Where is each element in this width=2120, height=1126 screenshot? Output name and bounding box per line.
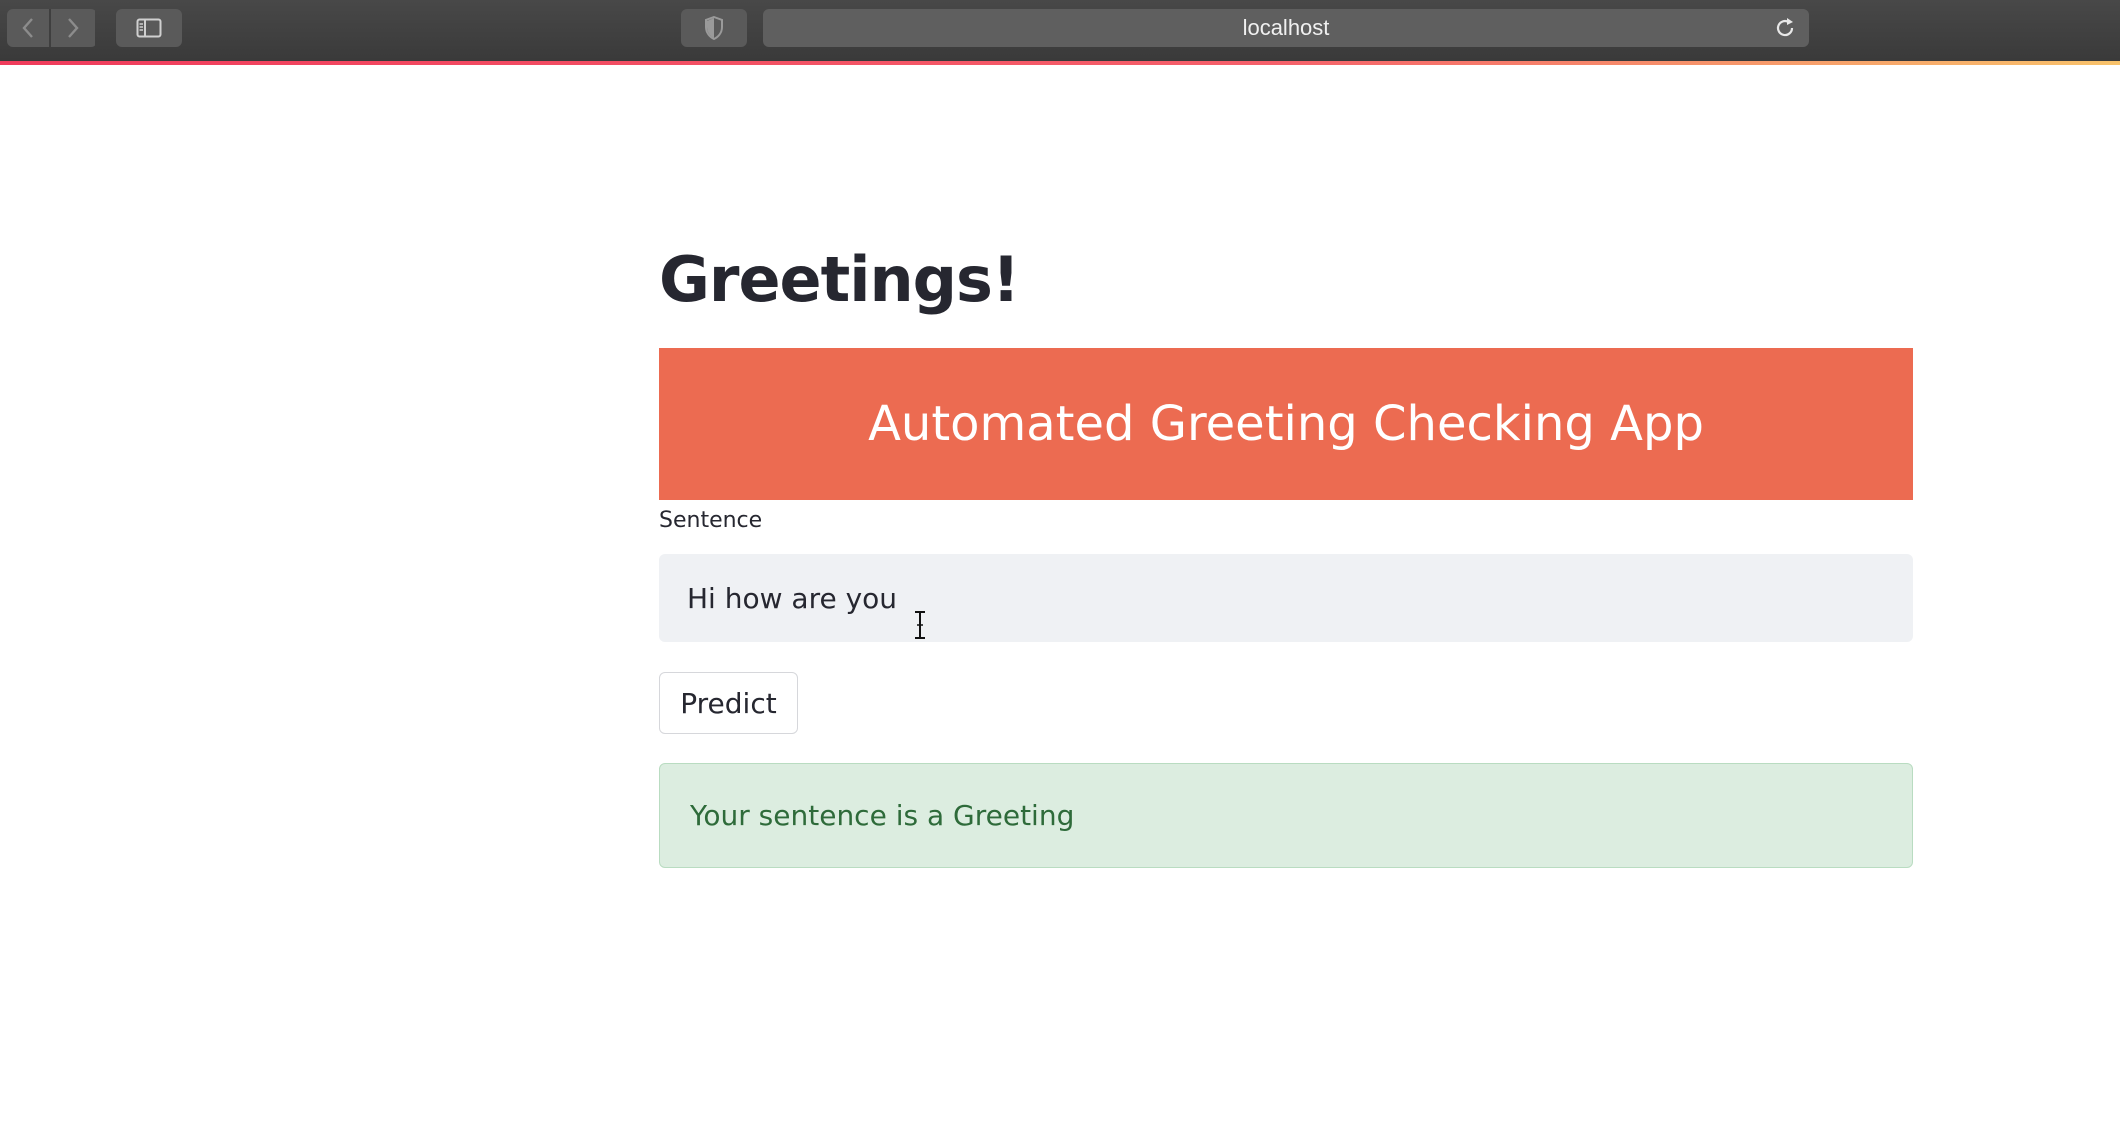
chevron-left-icon (22, 18, 33, 38)
page-title: Greetings! (659, 243, 1020, 316)
result-message: Your sentence is a Greeting (690, 799, 1075, 832)
chevron-right-icon (68, 18, 79, 38)
shield-icon (705, 16, 723, 40)
sidebar-toggle-button[interactable] (116, 9, 182, 47)
privacy-report-button[interactable] (681, 9, 747, 47)
app-banner: Automated Greeting Checking App (659, 348, 1913, 500)
address-bar[interactable]: localhost (763, 9, 1809, 47)
sentence-input[interactable] (659, 554, 1913, 642)
forward-button[interactable] (51, 9, 95, 47)
sidebar-icon (136, 18, 162, 38)
reload-icon[interactable] (1773, 16, 1797, 40)
back-button[interactable] (7, 9, 51, 47)
url-text: localhost (1242, 15, 1330, 40)
result-success-box: Your sentence is a Greeting (659, 763, 1913, 868)
nav-buttons (7, 9, 97, 47)
text-cursor-icon (915, 611, 925, 639)
app-top-decoration (0, 61, 2120, 65)
sentence-label: Sentence (659, 508, 763, 533)
browser-toolbar: localhost (0, 0, 2120, 61)
predict-button[interactable]: Predict (659, 672, 798, 734)
banner-text: Automated Greeting Checking App (868, 396, 1704, 452)
